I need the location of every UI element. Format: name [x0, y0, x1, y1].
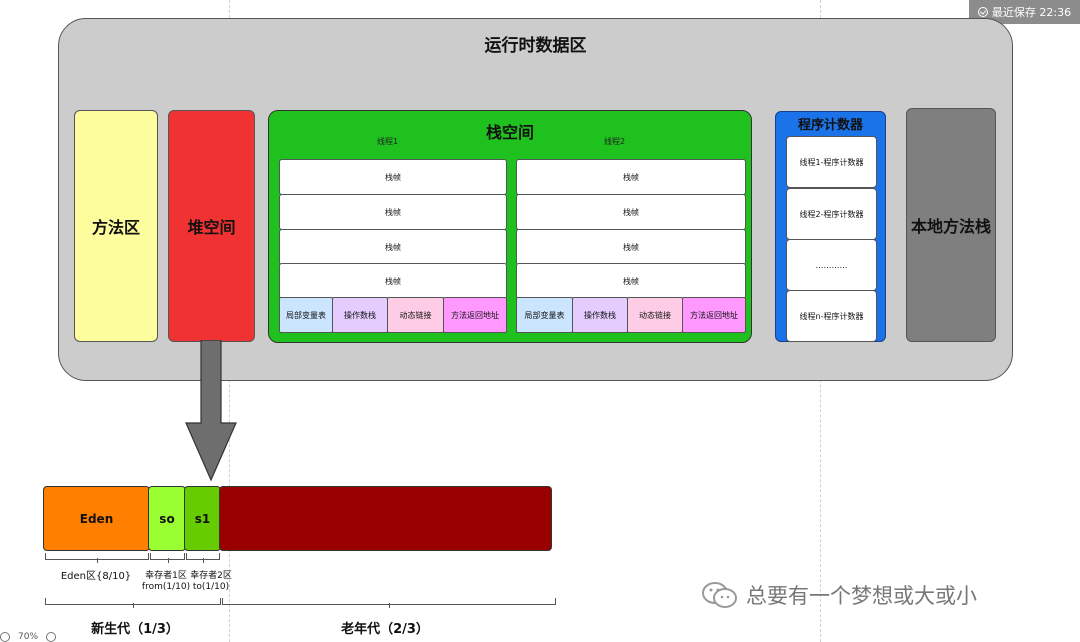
young-generation-brace [45, 598, 221, 608]
zoom-control[interactable]: 70% [0, 632, 57, 642]
dynamic-linking[interactable]: 动态链接 [627, 297, 683, 333]
s1-area-label: 幸存者2区 to(1/10) [185, 571, 237, 593]
method-area-label: 方法区 [91, 218, 140, 237]
stack-frame[interactable]: 栈帧 [516, 229, 746, 265]
stack-frame[interactable]: 栈帧 [279, 229, 507, 265]
native-method-stack-label: 本地方法栈 [910, 217, 991, 236]
s1-brace [186, 553, 220, 563]
pc-item[interactable]: 线程2-程序计数器 [786, 188, 877, 240]
save-status-text: 最近保存 22:36 [991, 6, 1072, 19]
dynamic-linking[interactable]: 动态链接 [387, 297, 444, 333]
young-generation-label: 新生代（1/3） [91, 622, 179, 637]
watermark: 总要有一个梦想或大或小 [700, 580, 977, 610]
thread-label: 线程1 [377, 137, 399, 146]
return-address[interactable]: 方法返回地址 [682, 297, 746, 333]
old-generation-label: 老年代（2/3） [341, 622, 429, 637]
method-area-block[interactable]: 方法区 [74, 110, 158, 342]
program-counter-block[interactable]: 程序计数器 线程1-程序计数器 线程2-程序计数器 ………… 线程n-程序计数器 [775, 111, 886, 342]
runtime-title: 运行时数据区 [484, 36, 587, 56]
stack-frame[interactable]: 栈帧 [516, 194, 746, 230]
stack-space-block[interactable]: 栈空间 线程1 栈帧 栈帧 栈帧 栈帧 局部变量表 操作数栈 动态链接 方法返回… [268, 110, 752, 343]
eden-area-label: Eden区{8/10} [60, 571, 132, 582]
down-arrow-icon [185, 340, 237, 482]
s0-brace [150, 553, 185, 563]
eden-brace [45, 553, 149, 563]
pc-item[interactable]: 线程1-程序计数器 [786, 136, 877, 188]
eden-block[interactable]: Eden [43, 486, 150, 551]
old-generation-block[interactable] [219, 486, 552, 551]
stack-frame[interactable]: 栈帧 [279, 159, 507, 195]
zoom-level: 70% [18, 632, 39, 642]
stack-frame[interactable]: 栈帧 [279, 194, 507, 230]
local-variable-table[interactable]: 局部变量表 [516, 297, 573, 333]
zoom-out-icon[interactable] [0, 632, 10, 642]
survivor-0-block[interactable]: so [148, 486, 186, 551]
survivor-1-label: s1 [194, 511, 211, 526]
watermark-text: 总要有一个梦想或大或小 [746, 584, 977, 608]
check-circle-icon [977, 7, 988, 17]
stack-frame[interactable]: 栈帧 [516, 263, 746, 299]
operand-stack[interactable]: 操作数栈 [572, 297, 628, 333]
s1-area-ratio: to(1/10) [192, 582, 230, 592]
pc-item[interactable]: ………… [786, 239, 877, 291]
heap-block[interactable]: 堆空间 [168, 110, 255, 342]
eden-label: Eden [79, 511, 114, 526]
return-address[interactable]: 方法返回地址 [443, 297, 507, 333]
stack-frame[interactable]: 栈帧 [279, 263, 507, 299]
wechat-icon [702, 582, 737, 608]
zoom-in-icon[interactable] [46, 632, 57, 642]
s1-area-name: 幸存者2区 [190, 571, 232, 581]
native-method-stack-block[interactable]: 本地方法栈 [906, 108, 996, 342]
survivor-1-block[interactable]: s1 [184, 486, 221, 551]
pc-item[interactable]: 线程n-程序计数器 [786, 290, 877, 342]
survivor-0-label: so [159, 511, 175, 526]
local-variable-table[interactable]: 局部变量表 [279, 297, 333, 333]
old-generation-brace [222, 598, 556, 608]
heap-label: 堆空间 [187, 218, 236, 237]
operand-stack[interactable]: 操作数栈 [332, 297, 388, 333]
program-counter-title: 程序计数器 [797, 118, 863, 133]
stack-title: 栈空间 [485, 123, 534, 142]
thread-label: 线程2 [604, 137, 626, 146]
stack-frame[interactable]: 栈帧 [516, 159, 746, 195]
